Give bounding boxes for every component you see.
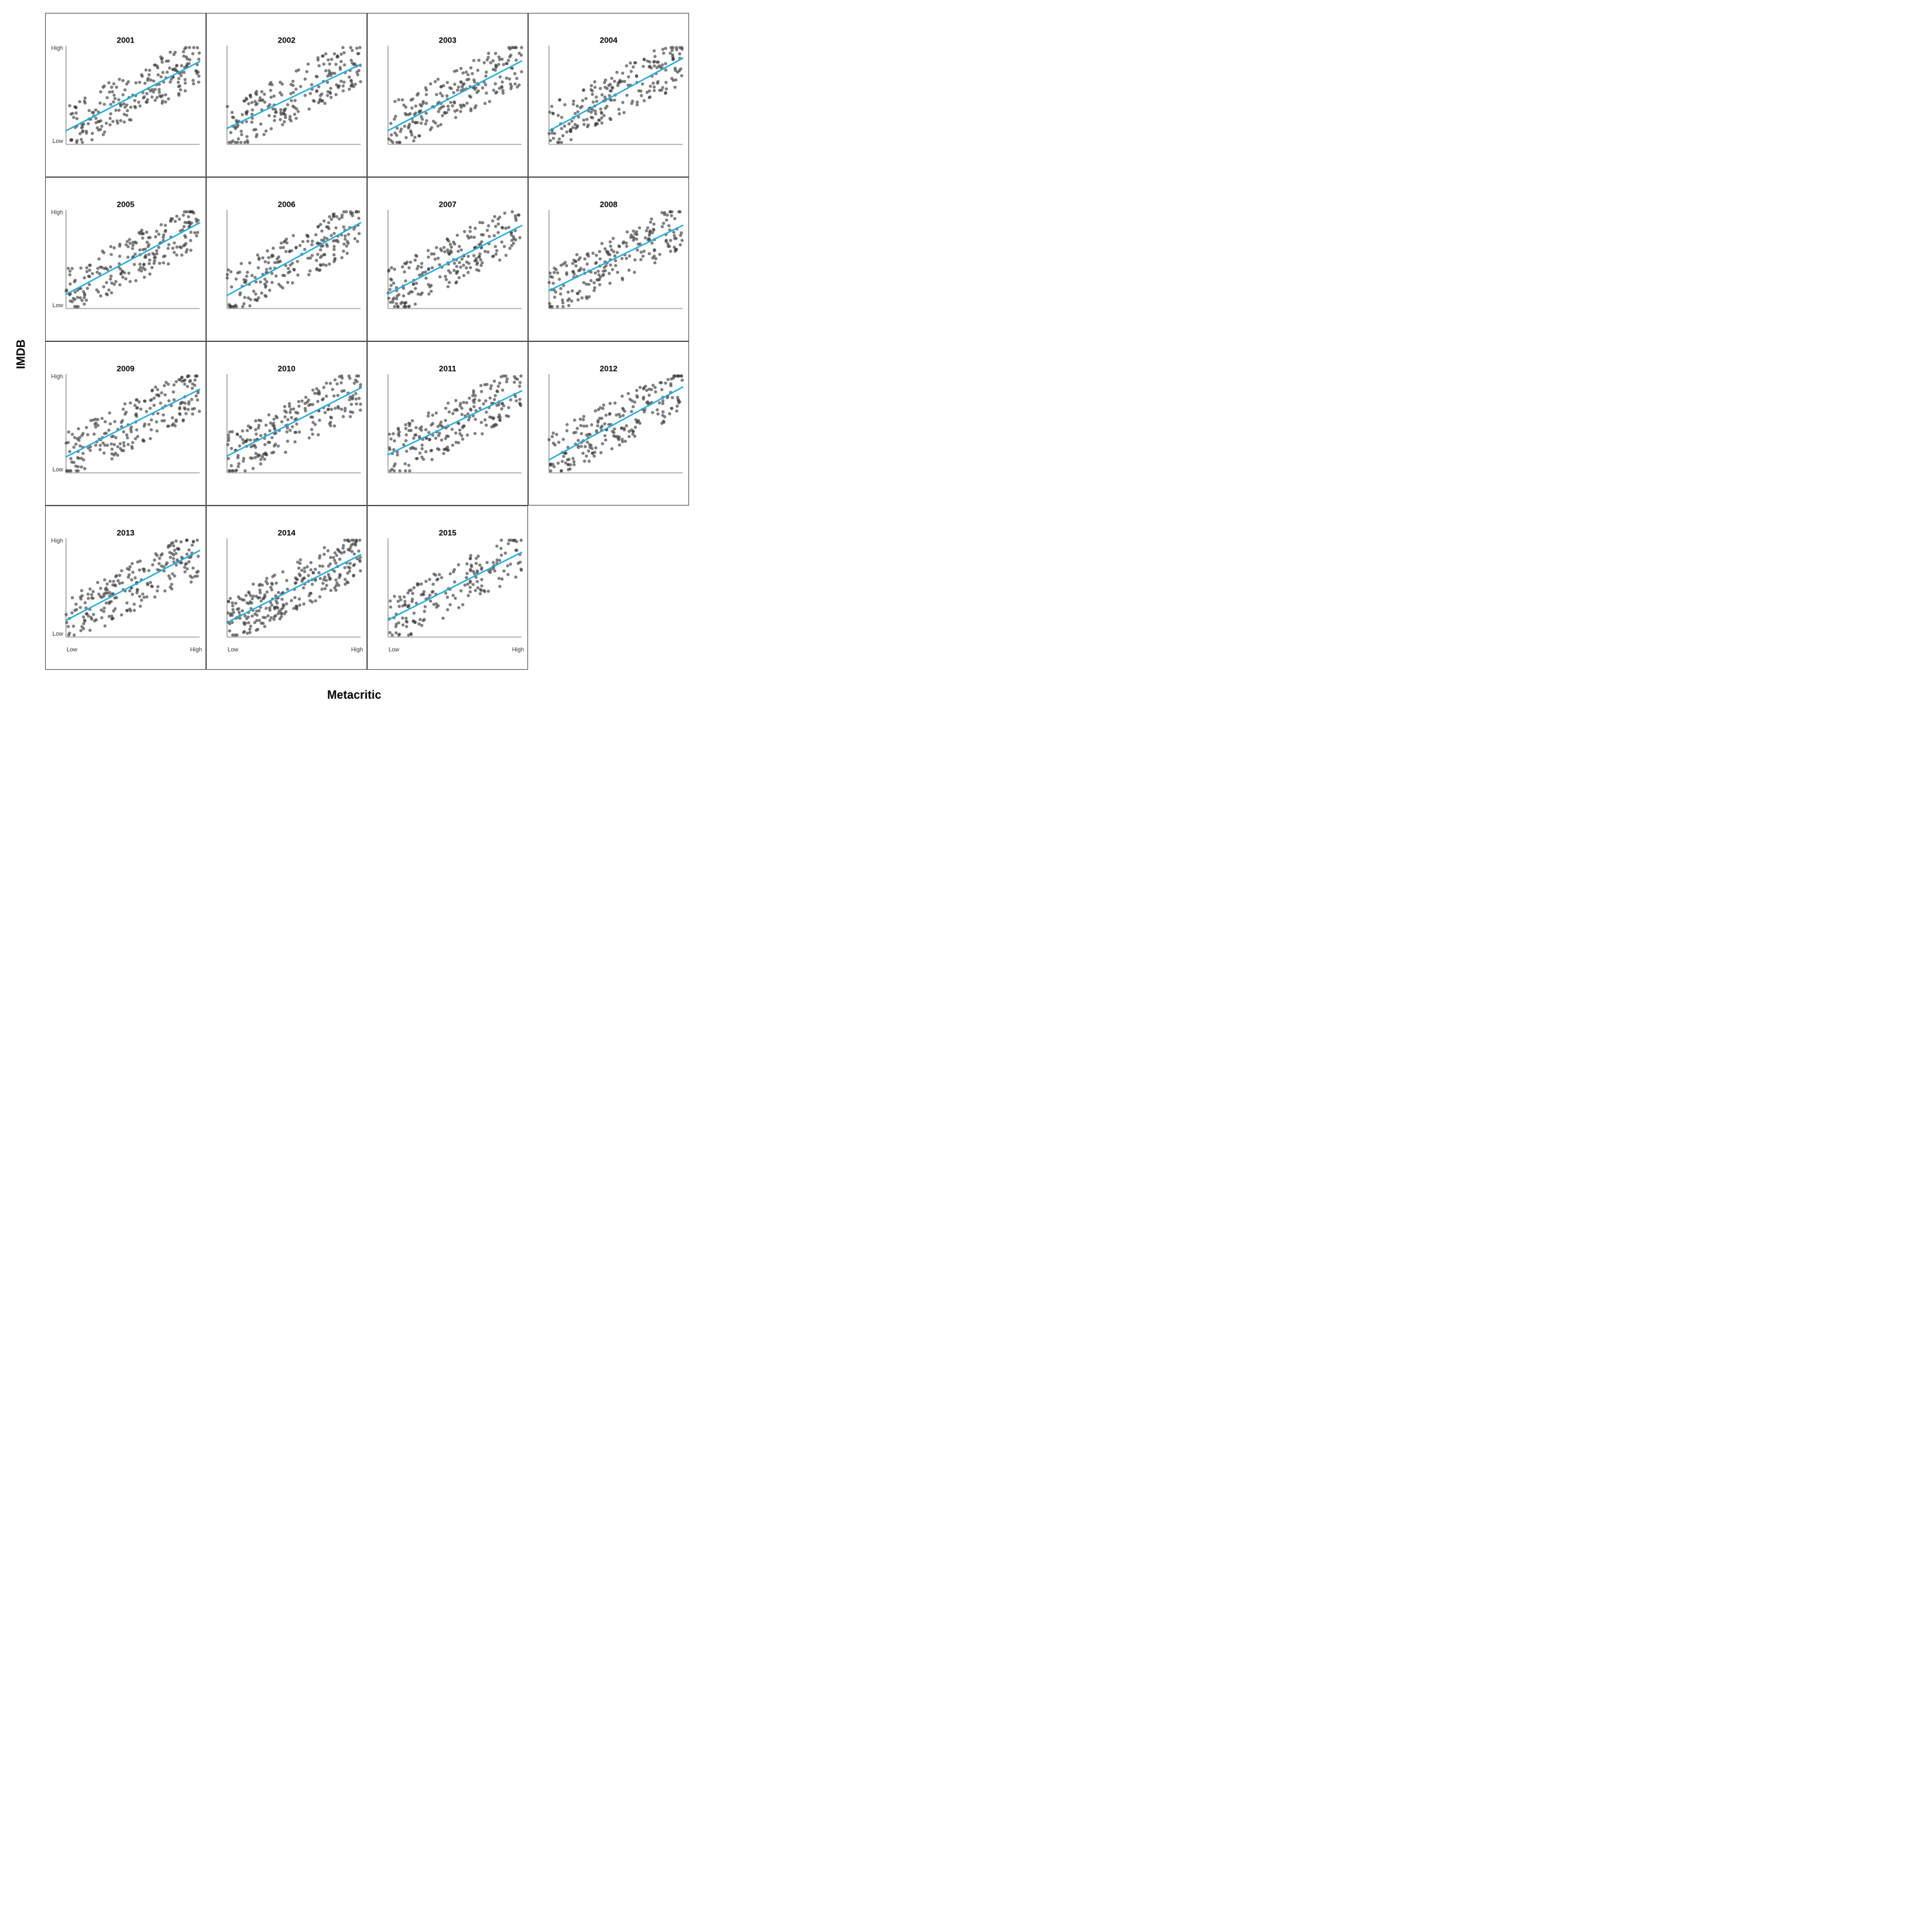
svg-text:2010: 2010 xyxy=(278,364,296,373)
panel-grid: 2001 High Low 2002 2003 2004 2005 High Low 2006 20… xyxy=(45,13,689,670)
svg-text:Low: Low xyxy=(388,647,399,653)
svg-text:High: High xyxy=(52,538,64,544)
svg-text:2011: 2011 xyxy=(439,364,457,373)
svg-text:2014: 2014 xyxy=(278,528,296,537)
svg-text:High: High xyxy=(52,209,64,216)
empty-panel xyxy=(528,506,689,670)
panel-2012: 2012 xyxy=(528,341,689,506)
panel-2013: 2013 High Low Low High xyxy=(45,506,206,670)
panel-2015: 2015 Low High xyxy=(367,506,528,670)
panel-2014: 2014 Low High xyxy=(206,506,367,670)
svg-text:High: High xyxy=(512,647,524,653)
svg-text:High: High xyxy=(52,45,64,52)
svg-text:Low: Low xyxy=(53,630,64,637)
panel-2010: 2010 xyxy=(206,341,367,506)
svg-text:2005: 2005 xyxy=(117,200,135,209)
svg-text:2009: 2009 xyxy=(117,364,135,373)
panel-2006: 2006 xyxy=(206,177,367,341)
svg-text:Low: Low xyxy=(53,138,64,144)
panel-2011: 2011 xyxy=(367,341,528,506)
svg-text:2003: 2003 xyxy=(439,35,457,44)
svg-text:2013: 2013 xyxy=(117,528,135,537)
svg-text:Low: Low xyxy=(66,647,77,653)
panel-2001: 2001 High Low xyxy=(45,13,206,177)
x-axis-label: Metacritic xyxy=(327,688,381,702)
svg-text:2001: 2001 xyxy=(117,35,135,44)
svg-text:High: High xyxy=(52,374,64,380)
svg-text:High: High xyxy=(351,647,363,653)
panel-2003: 2003 xyxy=(367,13,528,177)
chart-container: IMDB Metacritic 2001HighLow2002200320042… xyxy=(0,0,708,708)
svg-text:2007: 2007 xyxy=(439,200,457,209)
panel-2007: 2007 xyxy=(367,177,528,341)
panel-2009: 2009 High Low xyxy=(45,341,206,506)
svg-text:2015: 2015 xyxy=(439,528,457,537)
y-axis-label: IMDB xyxy=(15,339,28,369)
panel-2004: 2004 xyxy=(528,13,689,177)
svg-text:2002: 2002 xyxy=(278,35,296,44)
svg-text:High: High xyxy=(190,647,202,653)
svg-text:2008: 2008 xyxy=(600,200,618,209)
svg-text:2004: 2004 xyxy=(600,35,618,44)
svg-text:2006: 2006 xyxy=(278,200,296,209)
panel-2002: 2002 xyxy=(206,13,367,177)
panel-2005: 2005 High Low xyxy=(45,177,206,341)
svg-text:Low: Low xyxy=(53,466,64,473)
svg-text:2012: 2012 xyxy=(600,364,618,373)
svg-text:Low: Low xyxy=(53,302,64,308)
svg-text:Low: Low xyxy=(227,647,238,653)
panel-2008: 2008 xyxy=(528,177,689,341)
